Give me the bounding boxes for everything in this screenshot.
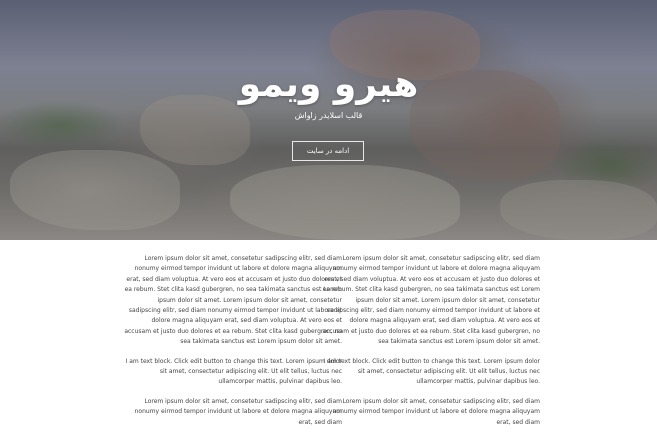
- content-section: Lorem ipsum dolor sit amet, consetetur s…: [0, 240, 657, 426]
- hero-background-rock: [500, 180, 657, 240]
- hero-background-rock: [10, 150, 180, 230]
- text-block: Lorem ipsum dolor sit amet, consetetur s…: [322, 255, 540, 346]
- text-column-left: Lorem ipsum dolor sit amet, consetetur s…: [124, 254, 342, 437]
- continue-button[interactable]: ادامه در سایت: [292, 141, 364, 161]
- text-block: Lorem ipsum dolor sit amet, consetetur s…: [134, 397, 342, 426]
- text-block: Lorem ipsum dolor sit amet, consetetur s…: [124, 255, 342, 346]
- hero-subtitle: قالب اسلایدر زاواش: [294, 111, 363, 120]
- hero-background-rock: [140, 95, 250, 165]
- text-block: I am text block. Click edit button to ch…: [323, 357, 540, 386]
- hero-title: هیرو ویمو: [238, 64, 419, 105]
- hero-section: هیرو ویمو قالب اسلایدر زاواش ادامه در سا…: [0, 0, 657, 240]
- text-block: Lorem ipsum dolor sit amet, consetetur s…: [332, 397, 540, 426]
- text-block: I am text block. Click edit button to ch…: [125, 357, 342, 386]
- text-column-right: Lorem ipsum dolor sit amet, consetetur s…: [322, 254, 540, 437]
- hero-background-rock: [230, 165, 460, 240]
